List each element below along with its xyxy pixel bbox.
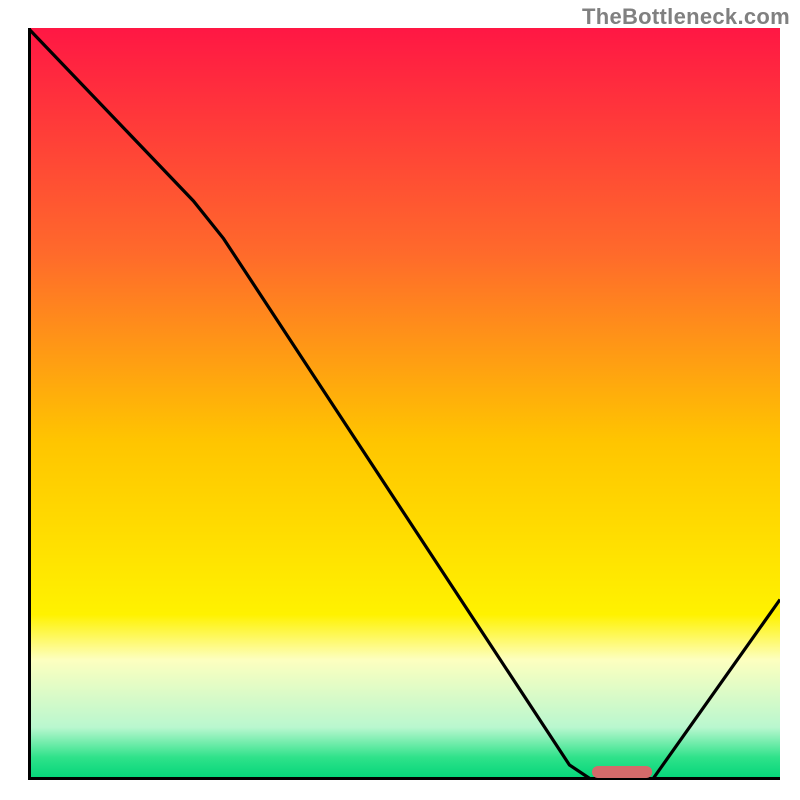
optimal-range-marker bbox=[592, 766, 652, 778]
bottleneck-chart: TheBottleneck.com bbox=[0, 0, 800, 800]
attribution-label: TheBottleneck.com bbox=[582, 4, 790, 30]
plot-background bbox=[28, 28, 780, 780]
chart-svg bbox=[28, 28, 780, 780]
